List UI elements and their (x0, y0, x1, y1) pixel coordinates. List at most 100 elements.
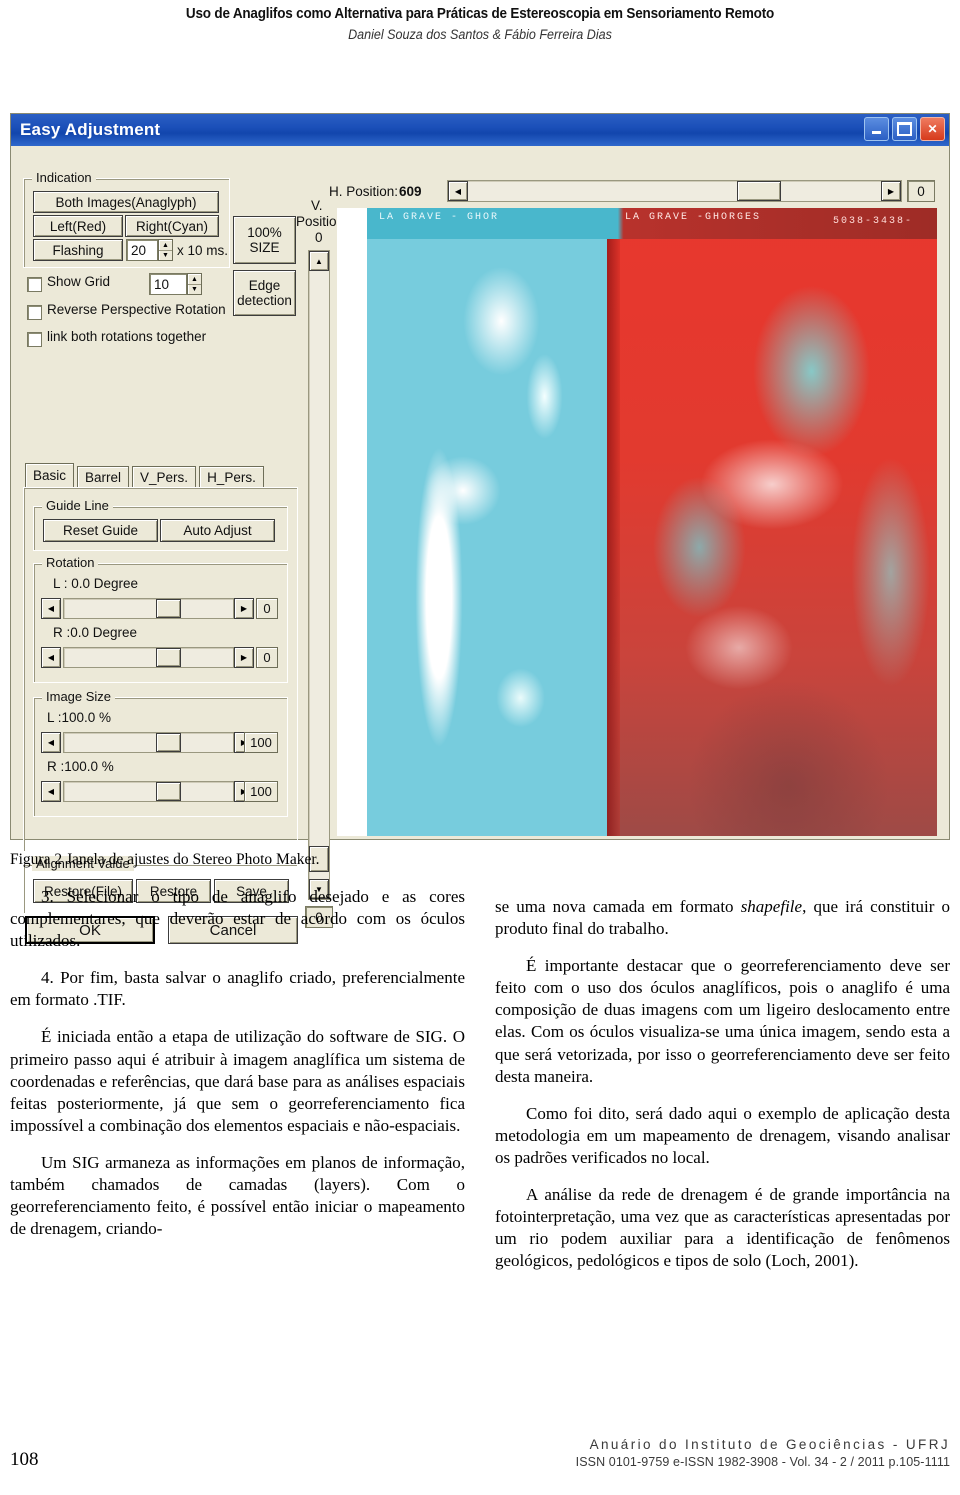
tab-basic[interactable]: Basic (25, 463, 75, 487)
link-rotations-label: link both rotations together (47, 329, 207, 344)
slider-left-arrow-icon[interactable]: ◀ (41, 732, 61, 753)
slider-left-arrow-icon[interactable]: ◀ (41, 781, 61, 802)
indication-legend: Indication (32, 170, 96, 185)
slider-track[interactable] (63, 732, 234, 753)
v-position-value: 0 (315, 230, 323, 245)
left-red-button[interactable]: Left(Red) (33, 215, 123, 237)
anaglyph-overlay-right-text: LA GRAVE -GHORGES (625, 211, 762, 223)
auto-adjust-button[interactable]: Auto Adjust (160, 519, 275, 542)
spinner-down-icon[interactable]: ▼ (159, 251, 172, 261)
edge-detection-button[interactable]: Edge detection (233, 270, 296, 316)
image-size-right-label: R :100.0 % (47, 759, 114, 774)
easy-adjustment-window: Easy Adjustment ✕ Indication Both Images… (10, 113, 950, 944)
paragraph-continued: se uma nova camada em formato shapefile,… (495, 896, 950, 940)
tab-v-pers[interactable]: V_Pers. (132, 466, 197, 487)
paragraph: 3. Selecionar o tipo de anaglifo desejad… (10, 887, 465, 951)
flashing-spinner[interactable]: ▲ ▼ (158, 239, 173, 261)
reset-guide-button[interactable]: Reset Guide (43, 519, 158, 542)
spinner-up-icon[interactable]: ▲ (159, 240, 172, 251)
rotation-left-slider[interactable]: ◀ ▶ 0 (41, 598, 278, 619)
figure-2-screenshot: Easy Adjustment ✕ Indication Both Images… (10, 113, 950, 944)
paragraph: A análise da rede de drenagem é de grand… (495, 1185, 950, 1271)
scrollbar-track[interactable] (447, 180, 902, 202)
slider-thumb[interactable] (156, 733, 181, 752)
right-cyan-button[interactable]: Right(Cyan) (125, 215, 219, 237)
scrollbar-track[interactable] (308, 250, 330, 900)
image-size-right-slider[interactable]: ◀ ▶ 100 (41, 781, 278, 802)
edge-detection-line2: detection (237, 293, 292, 308)
tab-barrel[interactable]: Barrel (77, 466, 130, 487)
window-title: Easy Adjustment (20, 120, 161, 139)
rotation-right-label: R :0.0 Degree (53, 625, 138, 640)
grid-size-field[interactable]: 10 (149, 273, 187, 295)
link-rotations-checkbox[interactable] (27, 332, 42, 347)
rotation-left-value: 0 (256, 598, 278, 619)
shapefile-term: shapefile (740, 897, 803, 916)
scroll-up-arrow-icon[interactable]: ▲ (309, 251, 329, 271)
both-images-button[interactable]: Both Images(Anaglyph) (33, 191, 219, 213)
rotation-legend: Rotation (42, 555, 99, 570)
slider-left-arrow-icon[interactable]: ◀ (41, 598, 61, 619)
journal-issn-line: ISSN 0101-9759 e-ISSN 1982-3908 - Vol. 3… (575, 1455, 950, 1469)
rotation-right-value: 0 (256, 647, 278, 668)
h-position-label: H. Position: (329, 184, 399, 199)
journal-footer: Anuário do Instituto de Geociências - UF… (576, 1437, 950, 1469)
guide-line-legend: Guide Line (42, 498, 113, 513)
spinner-down-icon[interactable]: ▼ (188, 285, 201, 295)
minimize-icon[interactable] (864, 117, 889, 141)
h-position-value: 609 (399, 184, 422, 199)
slider-thumb[interactable] (156, 599, 181, 618)
image-size-left-label: L :100.0 % (47, 710, 112, 725)
anaglyph-red-region (607, 208, 937, 836)
page-number: 108 (10, 1449, 39, 1470)
anaglyph-cyan-region (367, 208, 607, 836)
slider-track[interactable] (63, 781, 234, 802)
anaglyph-preview-canvas[interactable]: LA GRAVE - GHOR LA GRAVE -GHORGES 5038-3… (337, 208, 937, 836)
size-100-button[interactable]: 100% SIZE (233, 216, 296, 264)
paragraph-pre: se uma nova camada em formato (495, 897, 741, 916)
slider-right-arrow-icon[interactable]: ▶ (234, 598, 254, 619)
show-grid-checkbox[interactable] (27, 277, 42, 292)
edge-detection-line1: Edge (248, 277, 281, 293)
h-position-right-value: 0 (907, 180, 935, 202)
grid-size-spinner[interactable]: ▲ ▼ (187, 273, 202, 295)
h-position-scrollbar[interactable]: ◀ ▶ (447, 180, 902, 202)
window-controls: ✕ (864, 117, 945, 141)
window-title-bar: Easy Adjustment ✕ (11, 114, 949, 146)
scroll-right-arrow-icon[interactable]: ▶ (881, 181, 901, 201)
paragraph: É importante destacar que o georreferenc… (495, 956, 950, 1086)
maximize-icon[interactable] (892, 117, 917, 141)
size-100-line2: SIZE (249, 240, 280, 255)
flashing-unit-label: x 10 ms. (177, 243, 229, 258)
rotation-left-label: L : 0.0 Degree (53, 576, 139, 591)
paragraph: Como foi dito, será dado aqui o exemplo … (495, 1103, 950, 1167)
v-position-label-line1: V. (311, 198, 323, 213)
v-position-scrollbar[interactable]: ▲ ▼ (308, 250, 330, 900)
slider-track[interactable] (63, 647, 234, 668)
adjustment-tabs: Basic Barrel V_Pers. H_Pers. (25, 463, 267, 487)
running-head: Uso de Anaglifos como Alternativa para P… (0, 6, 960, 42)
anaglyph-overlay-code: 5038-3438- (832, 215, 913, 227)
reverse-perspective-checkbox[interactable] (27, 305, 42, 320)
image-size-left-slider[interactable]: ◀ ▶ 100 (41, 732, 278, 753)
close-icon[interactable]: ✕ (920, 117, 945, 141)
tab-h-pers[interactable]: H_Pers. (199, 466, 264, 487)
show-grid-label: Show Grid (47, 274, 111, 289)
spinner-up-icon[interactable]: ▲ (188, 274, 201, 285)
flashing-button[interactable]: Flashing (33, 239, 123, 261)
scroll-left-arrow-icon[interactable]: ◀ (448, 181, 468, 201)
window-client-area: Indication Both Images(Anaglyph) Left(Re… (11, 146, 949, 944)
slider-left-arrow-icon[interactable]: ◀ (41, 647, 61, 668)
slider-thumb[interactable] (156, 782, 181, 801)
flashing-value-field[interactable]: 20 (126, 239, 158, 261)
slider-track[interactable] (63, 598, 234, 619)
anaglyph-overlay-left-text: LA GRAVE - GHOR (379, 211, 500, 223)
slider-right-arrow-icon[interactable]: ▶ (234, 647, 254, 668)
slider-thumb[interactable] (156, 648, 181, 667)
running-head-authors: Daniel Souza dos Santos & Fábio Ferreira… (348, 27, 612, 42)
paragraph: 4. Por fim, basta salvar o anaglifo cria… (10, 968, 465, 1010)
image-size-right-value: 100 (244, 781, 278, 802)
scrollbar-thumb[interactable] (737, 181, 781, 201)
rotation-right-slider[interactable]: ◀ ▶ 0 (41, 647, 278, 668)
body-right-column: se uma nova camada em formato shapefile,… (495, 896, 950, 1272)
